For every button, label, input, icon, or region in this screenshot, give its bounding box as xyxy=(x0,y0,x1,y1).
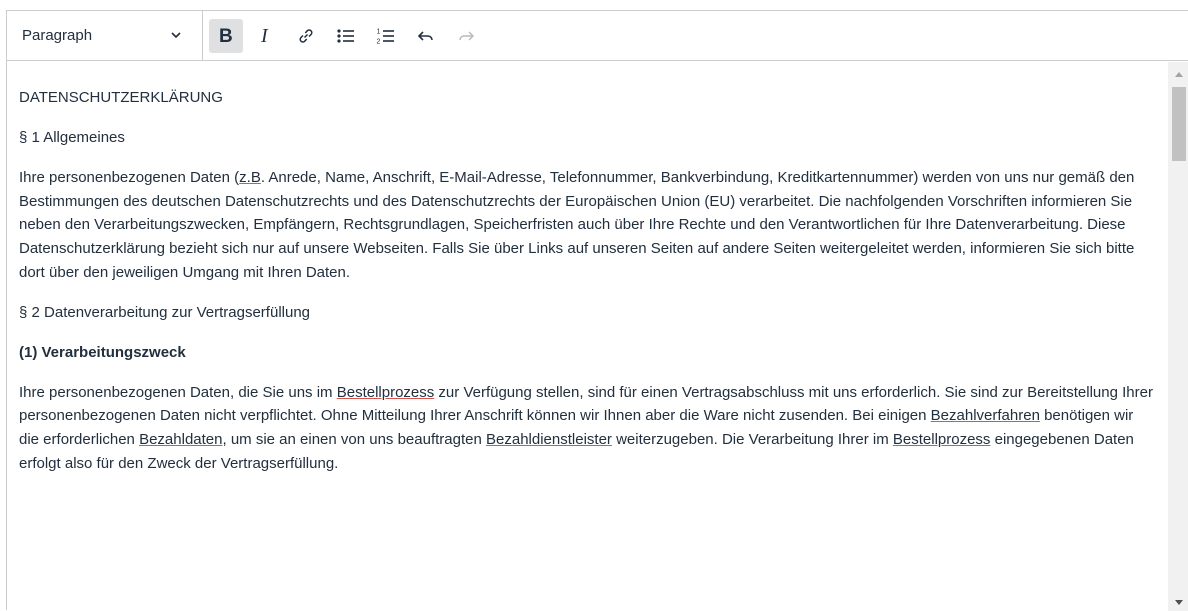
spellcheck-word: z.B xyxy=(239,169,261,187)
numbered-list-icon: 1 2 xyxy=(377,28,394,45)
redo-button[interactable] xyxy=(449,19,483,53)
svg-text:2: 2 xyxy=(377,38,381,45)
svg-text:B: B xyxy=(219,26,233,46)
svg-text:I: I xyxy=(260,26,269,46)
paragraph-purpose: Ihre personenbezogenen Daten, die Sie un… xyxy=(19,381,1157,475)
editor-toolbar: Paragraph B I 1 2 xyxy=(7,11,1188,61)
scroll-up-arrow-icon[interactable] xyxy=(1168,66,1188,82)
undo-icon xyxy=(417,30,433,41)
formatting-group: B I 1 2 xyxy=(203,11,489,60)
text-run: Ihre personenbezogenen Daten ( xyxy=(19,169,240,187)
text-run: Ihre personenbezogenen Daten, die Sie un… xyxy=(19,383,337,401)
text-run: weiterzugeben. Die Verarbeitung Ihrer im xyxy=(611,431,893,449)
spellcheck-word: Bezahldienstleister xyxy=(486,431,612,449)
spellcheck-word: Bestellprozess xyxy=(892,431,991,449)
text-run: , um sie an einen von uns beauftragten xyxy=(222,431,486,449)
document-title: DATENSCHUTZERKLÄRUNG xyxy=(19,89,223,106)
rich-text-editor: Paragraph B I 1 2 DATENSCHUTZERKLÄRUNG §… xyxy=(6,10,1188,611)
scroll-thumb[interactable] xyxy=(1172,87,1186,161)
paragraph-general: Ihre personenbezogenen Daten (z.B. Anred… xyxy=(19,166,1157,284)
block-format-dropdown[interactable]: Paragraph xyxy=(7,11,203,60)
section-heading-2: § 2 Datenverarbeitung zur Vertragserfüll… xyxy=(19,303,311,321)
italic-button[interactable]: I xyxy=(249,19,283,53)
bold-icon: B xyxy=(219,26,233,46)
spellcheck-word: Bezahlverfahren xyxy=(930,407,1040,425)
undo-button[interactable] xyxy=(409,19,443,53)
numbered-list-button[interactable]: 1 2 xyxy=(369,19,403,53)
bold-button[interactable]: B xyxy=(209,18,243,53)
vertical-scrollbar[interactable] xyxy=(1168,62,1188,611)
chevron-down-icon xyxy=(170,28,182,46)
bullet-list-button[interactable] xyxy=(329,19,363,53)
bullet-list-icon xyxy=(337,28,354,43)
spellcheck-word: Bestellprozess xyxy=(336,383,435,401)
redo-icon xyxy=(459,31,474,40)
spellcheck-word: Bezahldaten xyxy=(139,431,223,449)
link-icon xyxy=(299,28,313,43)
block-format-value: Paragraph xyxy=(22,27,93,44)
editor-content[interactable]: DATENSCHUTZERKLÄRUNG § 1 Allgemeines Ihr… xyxy=(7,62,1169,611)
section-heading-1: § 1 Allgemeines xyxy=(19,129,125,147)
scroll-down-arrow-icon[interactable] xyxy=(1168,595,1188,611)
italic-icon: I xyxy=(260,26,269,46)
svg-text:1: 1 xyxy=(377,28,381,35)
link-button[interactable] xyxy=(289,19,323,53)
subheading-purpose: (1) Verarbeitungszweck xyxy=(19,343,186,361)
